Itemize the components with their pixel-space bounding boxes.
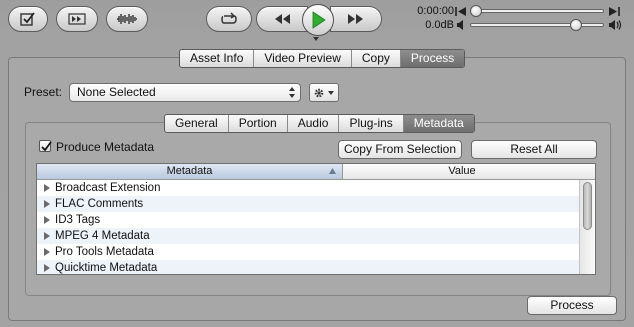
preset-popup[interactable]: None Selected: [69, 83, 301, 102]
checkmark-icon: [41, 141, 52, 152]
waveform-icon: [117, 14, 137, 24]
table-row[interactable]: MPEG 4 Metadata: [37, 228, 579, 244]
transport-menu-icon[interactable]: [313, 37, 319, 41]
tab-general[interactable]: General: [165, 115, 229, 132]
fast-forward-button[interactable]: [330, 6, 382, 32]
tab-audio[interactable]: Audio: [288, 115, 340, 132]
gear-icon: [314, 88, 334, 97]
rewind-button[interactable]: [256, 6, 308, 32]
tab-copy[interactable]: Copy: [352, 50, 401, 67]
disclosure-triangle-icon[interactable]: [42, 247, 52, 257]
preset-label: Preset:: [24, 85, 63, 99]
popup-arrows-icon: [289, 87, 295, 98]
process-button[interactable]: Process: [527, 296, 617, 315]
volume-slider-knob[interactable]: [570, 19, 583, 31]
fast-forward-frames-icon: [68, 13, 86, 25]
volume-high-icon: [609, 20, 622, 30]
fast-forward-icon: [348, 14, 363, 24]
table-row[interactable]: Quicktime Metadata: [37, 260, 579, 274]
tab-portion[interactable]: Portion: [229, 115, 288, 132]
disclosure-triangle-icon[interactable]: [42, 215, 52, 225]
rewind-icon: [275, 14, 290, 24]
reset-all-button[interactable]: Reset All: [471, 140, 597, 159]
table-row[interactable]: Broadcast Extension: [37, 180, 579, 196]
go-to-start-icon[interactable]: [455, 6, 467, 17]
volume-low-icon: [457, 20, 463, 30]
play-button[interactable]: [302, 4, 334, 36]
checklist-icon: [20, 12, 35, 26]
disclosure-triangle-icon[interactable]: [42, 183, 52, 193]
checklist-button[interactable]: [8, 6, 48, 32]
disclosure-triangle-icon[interactable]: [42, 199, 52, 209]
tab-asset-info[interactable]: Asset Info: [180, 50, 255, 67]
disclosure-triangle-icon[interactable]: [42, 231, 52, 241]
produce-metadata-label: Produce Metadata: [56, 140, 155, 154]
table-row[interactable]: ID3 Tags: [37, 212, 579, 228]
column-header-metadata[interactable]: Metadata: [37, 164, 343, 179]
disclosure-triangle-icon[interactable]: [42, 263, 52, 273]
copy-from-selection-button[interactable]: Copy From Selection: [338, 140, 462, 159]
position-slider-knob[interactable]: [470, 5, 482, 17]
table-row[interactable]: FLAC Comments: [37, 196, 579, 212]
sort-ascending-icon: [329, 168, 336, 174]
main-tab-bar: Asset Info Video Preview Copy Process: [179, 49, 466, 68]
tab-process[interactable]: Process: [400, 50, 465, 67]
metadata-table: Metadata Value Broadcast Extension FLAC …: [36, 163, 596, 275]
process-panel: Preset: None Selected General Portion Au…: [8, 57, 626, 321]
column-header-value[interactable]: Value: [343, 164, 581, 179]
tab-video-preview[interactable]: Video Preview: [254, 50, 352, 67]
play-icon: [312, 11, 326, 29]
produce-metadata-checkbox[interactable]: [39, 140, 52, 152]
table-body: Broadcast Extension FLAC Comments ID3 Ta…: [37, 180, 579, 274]
row-label: Broadcast Extension: [55, 182, 161, 194]
go-to-end-icon[interactable]: [608, 6, 620, 17]
column-header-label: Metadata: [166, 165, 213, 177]
loop-icon: [221, 12, 237, 24]
waveform-button[interactable]: [106, 6, 148, 32]
scrollbar-thumb[interactable]: [583, 182, 592, 230]
metadata-group: Produce Metadata Copy From Selection Res…: [25, 122, 611, 296]
table-row[interactable]: Pro Tools Metadata: [37, 244, 579, 260]
time-readout: 0:00:00: [417, 5, 454, 17]
sub-tab-bar: General Portion Audio Plug-ins Metadata: [164, 114, 475, 133]
row-label: ID3 Tags: [55, 214, 101, 226]
row-label: MPEG 4 Metadata: [55, 230, 150, 242]
loop-button[interactable]: [206, 6, 252, 32]
row-label: Pro Tools Metadata: [55, 246, 154, 258]
tab-metadata[interactable]: Metadata: [403, 115, 474, 132]
position-slider[interactable]: [470, 9, 604, 13]
row-label: Quicktime Metadata: [55, 262, 158, 274]
volume-slider[interactable]: [470, 23, 604, 27]
row-label: FLAC Comments: [55, 198, 144, 210]
tab-plug-ins[interactable]: Plug-ins: [339, 115, 404, 132]
preset-value: None Selected: [77, 85, 156, 99]
frame-step-button[interactable]: [56, 6, 98, 32]
vertical-scrollbar[interactable]: [579, 180, 595, 274]
table-header: Metadata Value: [37, 164, 595, 180]
gain-readout: 0.0dB: [425, 19, 454, 31]
column-header-label: Value: [448, 165, 476, 177]
preset-action-button[interactable]: [309, 83, 339, 102]
